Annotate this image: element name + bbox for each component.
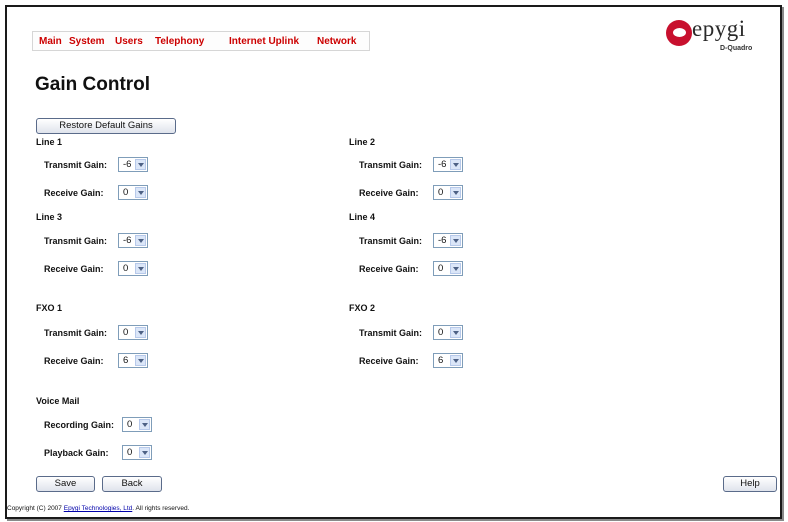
chevron-down-icon [135, 355, 146, 366]
line-3-transmit-gain-select[interactable]: -6 [118, 233, 148, 248]
page-title: Gain Control [35, 74, 151, 95]
section-title-line-3: Line 3 [36, 212, 63, 222]
line-2-receive-gain-label: Receive Gain: [359, 188, 419, 198]
help-button[interactable]: Help [723, 476, 777, 492]
chevron-down-icon [450, 355, 461, 366]
section-title-line-4: Line 4 [349, 212, 376, 222]
menu-users[interactable]: Users [115, 36, 143, 47]
line-2-receive-gain-select[interactable]: 0 [433, 185, 463, 200]
logo-product-name: D-Quadro [720, 45, 753, 52]
voice-mail-recording-gain-value: 0 [127, 419, 133, 430]
line-2-transmit-gain-value: -6 [438, 159, 447, 170]
line-4-transmit-gain-select[interactable]: -6 [433, 233, 463, 248]
line-2-transmit-gain-select[interactable]: -6 [433, 157, 463, 172]
logo-wordmark: epygi [692, 16, 746, 41]
line-1-transmit-gain-select[interactable]: -6 [118, 157, 148, 172]
fxo-1-transmit-gain-value: 0 [123, 327, 129, 338]
fxo-2-receive-gain-value: 6 [438, 355, 444, 366]
line-3-receive-gain-select[interactable]: 0 [118, 261, 148, 276]
fxo-2-receive-gain-label: Receive Gain: [359, 356, 419, 366]
section-title-line-1: Line 1 [36, 137, 63, 147]
chevron-down-icon [135, 263, 146, 274]
chevron-down-icon [450, 263, 461, 274]
fxo-2-transmit-gain-value: 0 [438, 327, 444, 338]
line-3-transmit-gain-value: -6 [123, 235, 132, 246]
section-title-fxo-1: FXO 1 [36, 303, 63, 313]
main-menu-bar: Main System Users Telephony Internet Upl… [32, 31, 370, 51]
section-title-line-2: Line 2 [349, 137, 376, 147]
line-4-receive-gain-select[interactable]: 0 [433, 261, 463, 276]
chevron-down-icon [135, 235, 146, 246]
line-4-receive-gain-label: Receive Gain: [359, 264, 419, 274]
epygi-logo-mark-icon [666, 20, 692, 46]
menu-network[interactable]: Network [317, 36, 356, 47]
chevron-down-icon [139, 419, 150, 430]
menu-system[interactable]: System [69, 36, 105, 47]
voice-mail-playback-gain-select[interactable]: 0 [122, 445, 152, 460]
menu-main[interactable]: Main [39, 36, 62, 47]
fxo-1-receive-gain-select[interactable]: 6 [118, 353, 148, 368]
fxo-1-receive-gain-label: Receive Gain: [44, 356, 104, 366]
menu-internet-uplink[interactable]: Internet Uplink [229, 36, 299, 47]
line-3-receive-gain-value: 0 [123, 263, 129, 274]
voice-mail-recording-gain-select[interactable]: 0 [122, 417, 152, 432]
save-button[interactable]: Save [36, 476, 95, 492]
back-button[interactable]: Back [102, 476, 162, 492]
epygi-logo: epygi D-Quadro [666, 16, 770, 64]
chevron-down-icon [450, 235, 461, 246]
fxo-2-receive-gain-select[interactable]: 6 [433, 353, 463, 368]
line-4-transmit-gain-label: Transmit Gain: [359, 236, 423, 246]
line-1-receive-gain-value: 0 [123, 187, 129, 198]
voice-mail-playback-gain-label: Playback Gain: [44, 448, 109, 458]
chevron-down-icon [139, 447, 150, 458]
line-4-receive-gain-value: 0 [438, 263, 444, 274]
fxo-2-transmit-gain-label: Transmit Gain: [359, 328, 423, 338]
line-1-transmit-gain-value: -6 [123, 159, 132, 170]
fxo-1-transmit-gain-select[interactable]: 0 [118, 325, 148, 340]
copyright-prefix: Copyright (C) 2007 [7, 505, 62, 512]
line-1-receive-gain-select[interactable]: 0 [118, 185, 148, 200]
line-1-receive-gain-label: Receive Gain: [44, 188, 104, 198]
section-title-voice-mail: Voice Mail [36, 396, 80, 406]
line-4-transmit-gain-value: -6 [438, 235, 447, 246]
chevron-down-icon [450, 327, 461, 338]
line-3-receive-gain-label: Receive Gain: [44, 264, 104, 274]
copyright-suffix: . All rights reserved. [132, 505, 190, 512]
chevron-down-icon [450, 187, 461, 198]
line-1-transmit-gain-label: Transmit Gain: [44, 160, 108, 170]
voice-mail-recording-gain-label: Recording Gain: [44, 420, 115, 430]
copyright-footer: Copyright (C) 2007 Epygi Technologies, L… [7, 505, 189, 512]
line-3-transmit-gain-label: Transmit Gain: [44, 236, 108, 246]
fxo-1-receive-gain-value: 6 [123, 355, 129, 366]
chevron-down-icon [450, 159, 461, 170]
epygi-technologies-link[interactable]: Epygi Technologies, Ltd [64, 505, 133, 512]
section-title-fxo-2: FXO 2 [349, 303, 376, 313]
fxo-2-transmit-gain-select[interactable]: 0 [433, 325, 463, 340]
menu-telephony[interactable]: Telephony [155, 36, 204, 47]
chevron-down-icon [135, 187, 146, 198]
line-2-receive-gain-value: 0 [438, 187, 444, 198]
voice-mail-playback-gain-value: 0 [127, 447, 133, 458]
chevron-down-icon [135, 327, 146, 338]
line-2-transmit-gain-label: Transmit Gain: [359, 160, 423, 170]
chevron-down-icon [135, 159, 146, 170]
fxo-1-transmit-gain-label: Transmit Gain: [44, 328, 108, 338]
restore-default-gains-button[interactable]: Restore Default Gains [36, 118, 176, 134]
